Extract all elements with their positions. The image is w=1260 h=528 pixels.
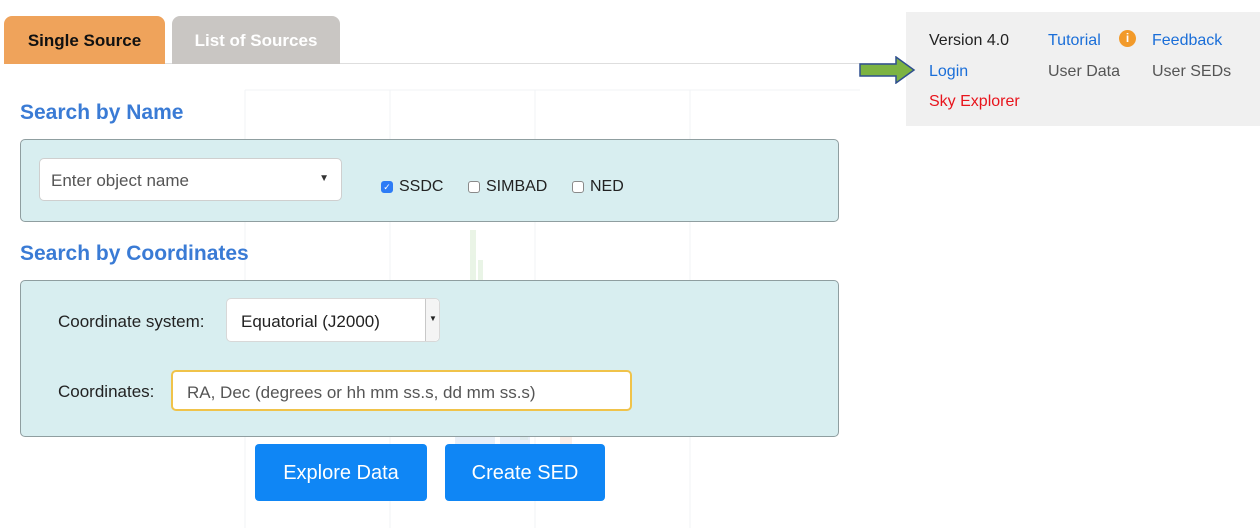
checkbox-empty-icon xyxy=(468,181,480,193)
ned-label: NED xyxy=(590,178,624,195)
coordinates-label: Coordinates: xyxy=(58,382,155,401)
ned-checkbox[interactable]: NED xyxy=(572,178,624,196)
simbad-label: SIMBAD xyxy=(486,178,548,195)
version-text: Version 4.0 xyxy=(929,32,1010,49)
search-by-coordinates-panel: Coordinate system: Equatorial (J2000) ▼ … xyxy=(20,280,839,437)
coordinates-input[interactable]: RA, Dec (degrees or hh mm ss.s, dd mm ss… xyxy=(171,370,632,411)
coordinate-system-select[interactable]: Equatorial (J2000) ▼ xyxy=(226,298,440,342)
search-by-coordinates-heading: Search by Coordinates xyxy=(20,242,249,265)
ssdc-label: SSDC xyxy=(399,178,444,195)
create-sed-button[interactable]: Create SED xyxy=(445,444,605,501)
ssdc-checkbox[interactable]: ✓ SSDC xyxy=(381,178,443,196)
simbad-checkbox[interactable]: SIMBAD xyxy=(468,178,547,196)
user-seds-link[interactable]: User SEDs xyxy=(1152,63,1231,81)
tab-list-of-sources[interactable]: List of Sources xyxy=(172,16,340,64)
login-link[interactable]: Login xyxy=(929,63,968,81)
coordinate-system-value: Equatorial (J2000) xyxy=(241,312,380,331)
search-by-name-heading: Search by Name xyxy=(20,101,184,124)
green-arrow-icon xyxy=(859,56,916,84)
explore-data-button[interactable]: Explore Data xyxy=(255,444,427,501)
sky-explorer-link[interactable]: Sky Explorer xyxy=(929,93,1020,111)
check-icon: ✓ xyxy=(381,181,393,193)
feedback-link[interactable]: Feedback xyxy=(1152,32,1222,50)
user-data-link[interactable]: User Data xyxy=(1048,63,1120,81)
select-arrow: ▼ xyxy=(425,299,439,341)
chevron-down-icon: ▼ xyxy=(429,314,437,323)
info-icon[interactable]: i xyxy=(1119,30,1136,47)
checkbox-empty-icon xyxy=(572,181,584,193)
tab-single-source[interactable]: Single Source xyxy=(4,16,165,64)
search-by-name-panel: Enter object name ▼ ✓ SSDC SIMBAD NED xyxy=(20,139,839,222)
chevron-down-icon: ▼ xyxy=(319,173,329,184)
coordinate-system-label: Coordinate system: xyxy=(58,312,205,331)
tutorial-link[interactable]: Tutorial xyxy=(1048,32,1101,50)
coordinates-placeholder: RA, Dec (degrees or hh mm ss.s, dd mm ss… xyxy=(187,383,536,402)
account-panel: Version 4.0 Tutorial Feedback Login User… xyxy=(906,12,1260,126)
object-name-select[interactable]: Enter object name ▼ xyxy=(39,158,342,201)
object-name-placeholder: Enter object name xyxy=(51,171,189,190)
